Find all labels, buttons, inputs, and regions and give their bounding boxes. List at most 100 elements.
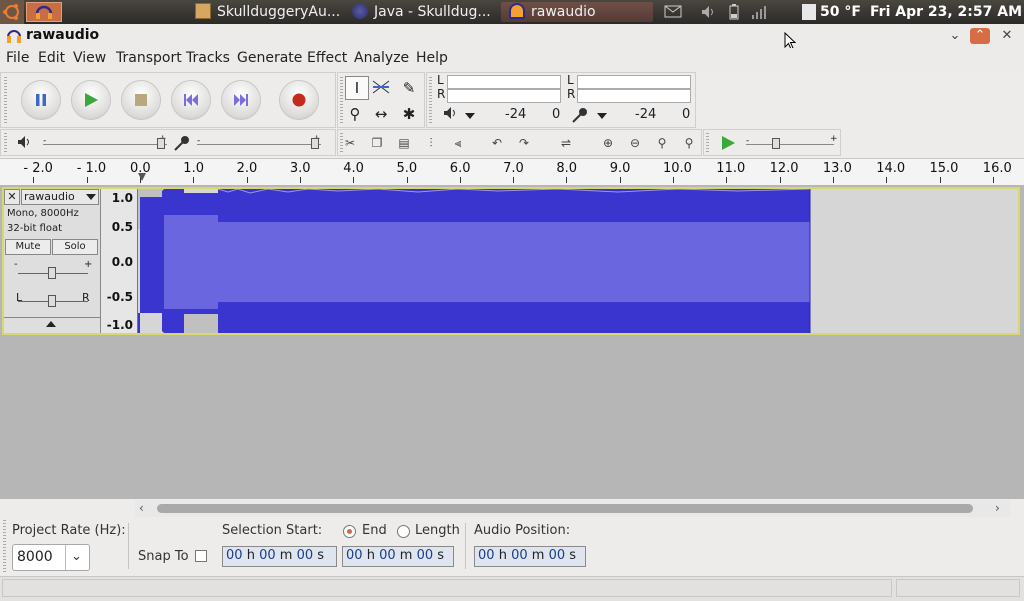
input-volume-icon bbox=[173, 134, 191, 156]
play-meter-left[interactable] bbox=[447, 75, 561, 89]
pause-button[interactable] bbox=[22, 81, 60, 119]
playback-speed-slider[interactable]: - + bbox=[746, 134, 838, 151]
toolbar-grip[interactable] bbox=[4, 133, 7, 152]
menu-file[interactable]: File bbox=[6, 50, 29, 66]
zoom-in-icon[interactable]: ⊕ bbox=[596, 132, 620, 154]
selection-tool-icon[interactable]: I bbox=[345, 76, 369, 100]
menu-transport[interactable]: Transport bbox=[116, 50, 182, 66]
collapse-track-icon[interactable] bbox=[46, 321, 56, 327]
ruler-tick bbox=[673, 177, 674, 183]
fit-project-icon[interactable]: ⚲ bbox=[677, 132, 701, 154]
toolbar-grip[interactable] bbox=[429, 77, 432, 123]
timeline-ruler[interactable]: - 2.0- 1.0 0.0 1.0 2.0 3.0 4.0 5.0 6.0 7.0 8.0 9.0… bbox=[0, 158, 1024, 186]
play-meter-menu-arrow[interactable] bbox=[465, 113, 475, 119]
taskbar-label: Java - Skulldug... bbox=[374, 4, 491, 20]
battery-icon[interactable] bbox=[728, 4, 742, 20]
snap-to-checkbox[interactable] bbox=[195, 550, 207, 562]
horizontal-scrollbar[interactable]: ‹ › bbox=[135, 500, 1010, 517]
minimize-button[interactable]: ⌄ bbox=[947, 28, 963, 44]
microphone-icon[interactable] bbox=[571, 106, 589, 128]
input-volume-thumb[interactable] bbox=[311, 138, 319, 149]
play-meter-right[interactable] bbox=[447, 89, 561, 103]
envelope-tool-icon[interactable] bbox=[369, 76, 393, 100]
clock[interactable]: Fri Apr 23, 2:57 AM bbox=[870, 2, 1022, 22]
length-label: Length bbox=[415, 523, 460, 538]
toolbar-grip[interactable] bbox=[706, 133, 709, 152]
track-close-button[interactable]: ✕ bbox=[4, 189, 20, 205]
paste-icon[interactable]: ▤ bbox=[392, 132, 416, 154]
audacity-launcher-icon[interactable] bbox=[26, 2, 62, 22]
skip-to-start-button[interactable] bbox=[172, 81, 210, 119]
stop-button[interactable] bbox=[122, 81, 160, 119]
toolbar-grip[interactable] bbox=[3, 520, 6, 572]
scroll-right-icon[interactable]: › bbox=[995, 501, 1000, 515]
pan-right-label: R bbox=[82, 291, 90, 304]
ruler-tick bbox=[193, 177, 195, 183]
input-volume-slider[interactable]: - + bbox=[197, 134, 323, 151]
zoom-out-icon[interactable]: ⊖ bbox=[623, 132, 647, 154]
menu-generate[interactable]: Generate bbox=[237, 50, 302, 66]
mute-button[interactable]: Mute bbox=[5, 239, 51, 255]
menu-analyze[interactable]: Analyze bbox=[354, 50, 409, 66]
silence-icon[interactable]: ⫷ bbox=[446, 132, 470, 154]
output-volume-thumb[interactable] bbox=[157, 138, 165, 149]
taskbar-item-rawaudio[interactable]: rawaudio bbox=[501, 2, 653, 22]
menu-effect[interactable]: Effect bbox=[307, 50, 347, 66]
stop-icon bbox=[135, 94, 147, 106]
menu-tracks[interactable]: Tracks bbox=[186, 50, 230, 66]
project-rate-combo[interactable]: 8000 ⌄ bbox=[12, 544, 90, 571]
redo-icon[interactable]: ↷ bbox=[512, 132, 536, 154]
menu-edit[interactable]: Edit bbox=[38, 50, 65, 66]
play-button[interactable] bbox=[72, 81, 110, 119]
rec-meter-right-label: R bbox=[567, 87, 576, 101]
trim-icon[interactable]: ⫶ bbox=[419, 132, 443, 154]
track-name-menu[interactable]: rawaudio bbox=[21, 189, 99, 205]
maximize-button[interactable]: ⌃ bbox=[970, 28, 990, 44]
rec-meter-left[interactable] bbox=[577, 75, 691, 89]
scroll-left-icon[interactable]: ‹ bbox=[139, 501, 144, 515]
ubuntu-logo-icon[interactable] bbox=[0, 0, 24, 24]
fit-selection-icon[interactable]: ⚲ bbox=[650, 132, 674, 154]
window-titlebar[interactable]: rawaudio ⌄ ⌃ ✕ bbox=[0, 24, 1024, 50]
mail-icon[interactable] bbox=[664, 4, 682, 20]
menu-view[interactable]: View bbox=[73, 50, 106, 66]
volume-icon[interactable] bbox=[700, 4, 718, 20]
copy-icon[interactable]: ❐ bbox=[365, 132, 389, 154]
output-volume-slider[interactable]: - + bbox=[43, 134, 169, 151]
selection-end-time[interactable]: 00 h 00 m 00 s bbox=[342, 546, 454, 567]
timeshift-tool-icon[interactable]: ↔ bbox=[369, 102, 393, 126]
end-radio[interactable] bbox=[343, 525, 356, 538]
draw-tool-icon[interactable]: ✎ bbox=[397, 76, 421, 100]
temperature[interactable]: 50 °F bbox=[820, 2, 861, 22]
speaker-icon[interactable] bbox=[443, 106, 459, 124]
sync-lock-icon[interactable]: ⇌ bbox=[554, 132, 578, 154]
selection-start-time[interactable]: 00 h 00 m 00 s bbox=[222, 546, 337, 567]
taskbar-item-java[interactable]: Java - Skulldug... bbox=[352, 2, 492, 22]
pan-slider-thumb[interactable] bbox=[48, 295, 56, 307]
menu-help[interactable]: Help bbox=[416, 50, 448, 66]
playhead-marker-icon[interactable] bbox=[138, 173, 146, 181]
rec-meter-menu-arrow[interactable] bbox=[597, 113, 607, 119]
undo-icon[interactable]: ↶ bbox=[485, 132, 509, 154]
skip-to-end-button[interactable] bbox=[222, 81, 260, 119]
taskbar-item-skullduggery[interactable]: SkullduggeryAu... bbox=[195, 2, 345, 22]
zoom-tool-icon[interactable]: ⚲ bbox=[343, 102, 367, 126]
play-at-speed-button[interactable] bbox=[720, 135, 736, 155]
length-radio[interactable] bbox=[397, 525, 410, 538]
amplitude-ruler[interactable]: 1.0 0.5 0.0 -0.5 -1.0 bbox=[101, 189, 138, 333]
playback-speed-thumb[interactable] bbox=[772, 138, 780, 149]
network-signal-icon[interactable] bbox=[750, 4, 768, 20]
audio-position-time[interactable]: 00 h 00 m 00 s bbox=[474, 546, 586, 567]
pan-left-label: L bbox=[16, 291, 23, 304]
close-window-button[interactable]: ✕ bbox=[999, 28, 1015, 44]
multi-tool-icon[interactable]: ✱ bbox=[397, 102, 421, 126]
weather-icon[interactable] bbox=[802, 4, 816, 20]
record-button[interactable] bbox=[280, 81, 318, 119]
rec-meter-right[interactable] bbox=[577, 89, 691, 103]
scrollbar-thumb[interactable] bbox=[157, 504, 973, 513]
solo-button[interactable]: Solo bbox=[52, 239, 98, 255]
waveform-display[interactable] bbox=[138, 189, 1018, 333]
gain-slider-thumb[interactable] bbox=[48, 267, 56, 279]
cut-icon[interactable]: ✂ bbox=[338, 132, 362, 154]
toolbar-grip[interactable] bbox=[4, 77, 7, 123]
